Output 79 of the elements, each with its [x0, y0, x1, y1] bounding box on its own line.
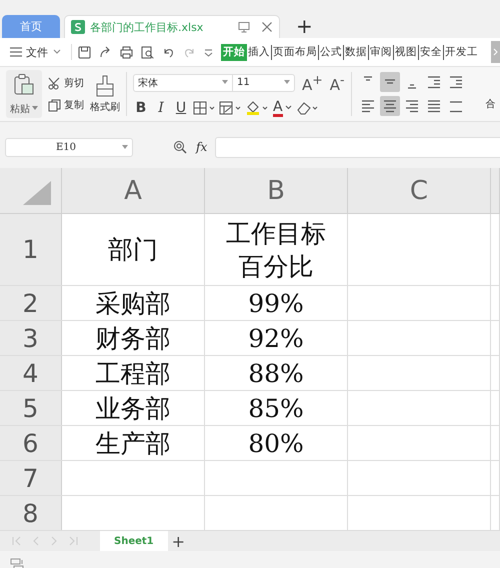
font-name-dropdown[interactable]: 宋体 [133, 74, 233, 92]
center-align-icon[interactable] [380, 96, 400, 116]
row-header[interactable]: 5 [0, 391, 62, 425]
table-cell-text: 采购部 [96, 288, 170, 320]
export-icon[interactable] [99, 46, 112, 58]
table-cell-text: 85% [248, 392, 304, 424]
monitor-icon[interactable] [238, 21, 250, 33]
caret-icon [222, 80, 228, 85]
table-cell-text: 92% [248, 322, 304, 354]
spreadsheet-icon [71, 20, 85, 34]
column-header[interactable]: B [205, 168, 348, 213]
row-header[interactable]: 6 [0, 426, 62, 460]
row-header[interactable]: 2 [0, 286, 62, 320]
paste-label: 粘贴 [10, 102, 30, 116]
table-cell-text: 生产部 [96, 428, 170, 460]
fill-color-icon[interactable] [245, 100, 269, 116]
middle-align-icon[interactable] [380, 72, 400, 92]
format-painter-button[interactable]: 格式刷 [90, 74, 120, 114]
column-header[interactable]: A [62, 168, 205, 213]
copy-icon [48, 98, 61, 112]
table-cell-text: 财务部 [96, 322, 170, 354]
table-cell-text: 部门 [108, 234, 158, 266]
layout-icon[interactable] [10, 558, 25, 568]
column-header[interactable]: C [348, 168, 491, 213]
chevron-right-icon [493, 48, 498, 56]
merge-button[interactable]: 合 [486, 97, 496, 111]
close-icon[interactable] [261, 21, 273, 33]
font-color-button[interactable]: A [273, 100, 292, 116]
copy-button[interactable]: 复制 [48, 98, 84, 112]
shrink-font-button[interactable]: A$^{-}$ [330, 72, 345, 94]
row-header[interactable]: 8 [0, 496, 62, 530]
row-header[interactable]: 4 [0, 356, 62, 390]
file-menu[interactable]: 文件 [26, 44, 48, 60]
print-icon[interactable] [120, 46, 133, 58]
formula-input[interactable] [215, 136, 500, 158]
add-sheet-button[interactable]: + [172, 532, 186, 550]
border-icon[interactable] [193, 101, 215, 115]
ribbon-tab[interactable]: 插入 [247, 44, 272, 60]
caret-icon[interactable] [32, 106, 38, 111]
caret-icon [122, 144, 128, 150]
row-header[interactable]: 3 [0, 321, 62, 355]
table-cell-text: 88% [248, 358, 304, 390]
font-style-button[interactable]: U [173, 100, 189, 116]
ribbon-tab[interactable]: 安全 [419, 44, 444, 60]
ribbon-tab[interactable]: 审阅 [369, 44, 394, 60]
dropdown-icon[interactable] [204, 48, 213, 56]
font-size-dropdown[interactable]: 11 [233, 74, 295, 92]
caret-icon [284, 80, 290, 85]
new-tab-button[interactable]: + [296, 16, 313, 36]
clipboard-icon [13, 72, 35, 96]
ribbon-tab[interactable]: 页面布局 [272, 44, 319, 60]
zoom-icon[interactable] [173, 140, 187, 154]
ribbon-tab[interactable]: 视图 [394, 44, 419, 60]
cell-style-icon[interactable] [219, 101, 241, 115]
scissors-icon [48, 76, 61, 90]
sheet-tab[interactable]: Sheet1 [100, 531, 168, 551]
chevron-down-icon[interactable] [53, 49, 61, 55]
row-header[interactable]: 1 [0, 214, 62, 285]
chevron-down-icon [284, 105, 292, 111]
table-cell-text: 工程部 [96, 358, 170, 390]
table-cell-text: 99% [248, 288, 304, 320]
menu-icon[interactable] [10, 47, 22, 57]
row-header[interactable]: 7 [0, 461, 62, 495]
table-cell-text: 80% [248, 428, 304, 460]
cut-button[interactable]: 剪切 [48, 76, 84, 90]
ribbon-tab[interactable]: 数据 [344, 44, 369, 60]
table-cell-text: 工作目标百分比 [225, 218, 327, 282]
grow-font-button[interactable]: A$^{+}$ [302, 72, 323, 94]
function-label[interactable]: fx [196, 140, 208, 154]
font-style-button[interactable]: I [153, 100, 169, 116]
eraser-icon[interactable] [296, 100, 318, 116]
font-style-button[interactable]: B [133, 100, 149, 116]
save-icon[interactable] [78, 46, 91, 58]
ribbon-tab[interactable]: 公式 [319, 44, 344, 60]
table-cell-text: 业务部 [96, 392, 170, 424]
brush-icon [95, 74, 115, 96]
print-preview-icon[interactable] [141, 46, 154, 58]
name-box[interactable]: E10 [5, 138, 133, 156]
ribbon-tab[interactable]: 开发工 [444, 44, 479, 60]
